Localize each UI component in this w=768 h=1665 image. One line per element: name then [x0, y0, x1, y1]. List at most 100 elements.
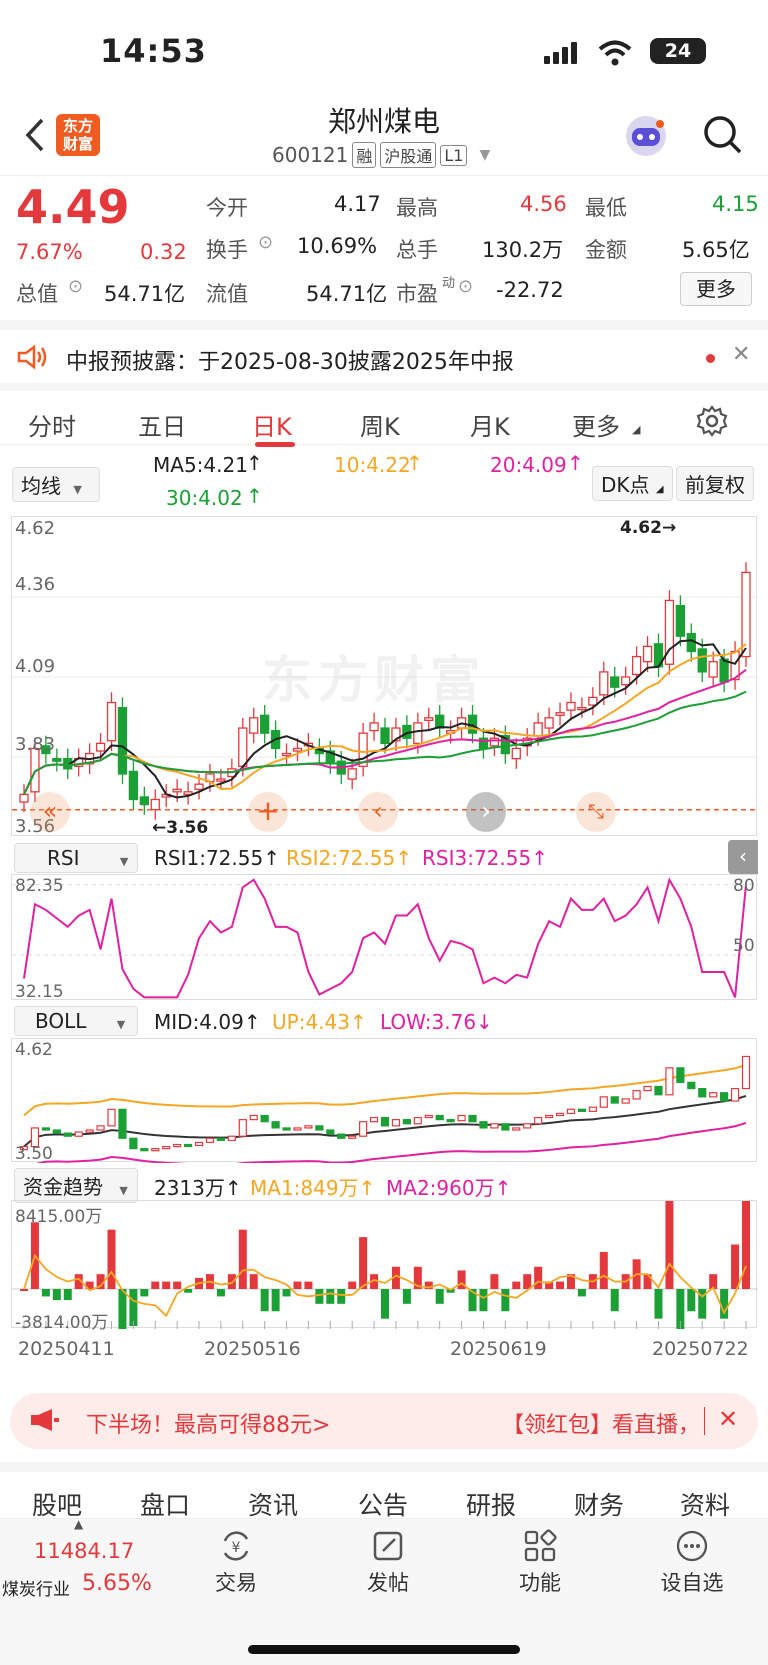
boll-candle — [173, 1143, 182, 1148]
boll-candle — [424, 1114, 433, 1119]
add-watchlist-button[interactable]: 设自选 — [652, 1529, 732, 1597]
industry-pct: 5.65% — [82, 1571, 152, 1596]
flow-bar — [107, 1229, 116, 1289]
flow-bar — [687, 1289, 696, 1312]
open-value: 4.17 — [334, 192, 381, 216]
boll-candle — [41, 1127, 50, 1131]
boll-candle — [52, 1129, 61, 1134]
x-date: 20250619 — [450, 1338, 547, 1360]
candle-body — [369, 722, 379, 732]
boll-candle — [577, 1108, 587, 1112]
tab-orderbook[interactable]: 盘口 — [140, 1486, 190, 1522]
tab-monthly-k[interactable]: 月K — [470, 407, 510, 442]
functions-button[interactable]: 功能 — [500, 1529, 580, 1597]
tab-finance[interactable]: 财务 — [574, 1486, 624, 1522]
trade-label: 交易 — [215, 1571, 257, 1595]
close-icon[interactable]: ✕ — [732, 342, 750, 367]
candle-body — [708, 661, 718, 678]
high-marker-value: 4.62 — [620, 518, 662, 538]
candle-body — [719, 658, 729, 683]
flow-value-text: 2313万 — [154, 1176, 225, 1200]
boll-candle — [599, 1096, 608, 1108]
x-date: 20250411 — [18, 1338, 115, 1360]
rsi-select[interactable]: RSI ▼ — [14, 843, 138, 873]
post-label: 发帖 — [367, 1571, 409, 1595]
boll-chart[interactable] — [11, 1038, 757, 1175]
info-icon[interactable]: ⊙ — [458, 276, 473, 297]
flow-bar — [577, 1289, 586, 1297]
arrow-up-icon: ↑ — [406, 451, 423, 475]
boll-candle — [479, 1121, 488, 1129]
boll-candle — [413, 1116, 422, 1125]
boll-candle — [490, 1123, 499, 1129]
trade-button[interactable]: ¥ 交易 — [196, 1529, 276, 1597]
candle-body — [697, 648, 707, 673]
info-icon[interactable]: ⊙ — [258, 232, 273, 253]
tab-intraday[interactable]: 分时 — [28, 407, 76, 442]
rsi2-text: RSI2:72.55 — [286, 846, 396, 870]
industry-name[interactable]: 煤炭行业 — [2, 1575, 70, 1600]
dk-point-button[interactable]: DK点 ◢ — [592, 466, 673, 501]
boll-candle — [315, 1125, 324, 1131]
divider — [704, 1407, 705, 1435]
tab-daily-k[interactable]: 日K — [252, 407, 292, 442]
kline-y-label: 4.36 — [15, 574, 56, 595]
boll-candle — [523, 1123, 532, 1129]
tab-five-day[interactable]: 五日 — [138, 407, 186, 442]
boll-up: UP:4.43↑ — [272, 1010, 367, 1034]
current-price: 4.49 — [16, 180, 130, 234]
low-marker-value: 3.56 — [166, 818, 209, 838]
collapse-panel-button[interactable]: ‹ — [728, 840, 758, 874]
close-icon[interactable]: ✕ — [718, 1405, 738, 1433]
rsi-top-label: 82.35 — [15, 876, 64, 896]
promo-banner[interactable]: 下半场！最高可得88元> 【领红包】看直播， ✕ — [10, 1393, 758, 1449]
tab-news[interactable]: 资讯 — [248, 1486, 298, 1522]
connect-tag: 沪股通 — [380, 142, 437, 168]
flow-bar — [227, 1274, 236, 1289]
corner-arrow-icon: ◢ — [655, 484, 664, 495]
rsi-chart[interactable] — [11, 874, 758, 1000]
adjust-button[interactable]: 前复权 — [676, 466, 754, 501]
more-button[interactable]: 更多 — [680, 272, 752, 306]
notice-bar[interactable]: 中报预披露：于2025-08-30披露2025年中报 ✕ — [0, 320, 768, 382]
flow-select[interactable]: 资金趋势 ▼ — [14, 1168, 138, 1203]
wifi-icon — [598, 40, 632, 70]
ma-select[interactable]: 均线 ▼ — [12, 467, 100, 502]
flow-chart[interactable] — [11, 1174, 758, 1393]
flow-bar — [359, 1237, 368, 1289]
scroll-left-fast-button[interactable]: « — [30, 792, 70, 832]
arrow-up-icon: ↑ — [246, 484, 263, 508]
boll-select[interactable]: BOLL ▼ — [14, 1006, 138, 1036]
expand-icon[interactable]: ⤡ — [576, 792, 616, 832]
tab-announcements[interactable]: 公告 — [358, 1486, 408, 1522]
volume-label: 总手 — [396, 238, 438, 262]
flow-bar — [249, 1274, 258, 1289]
tab-more[interactable]: 更多 — [572, 407, 620, 442]
candle-body — [139, 796, 149, 806]
search-icon[interactable] — [702, 114, 744, 160]
scroll-left-button[interactable]: ‹ — [358, 792, 398, 832]
low-marker: ←3.56 — [152, 818, 209, 838]
boll-candle — [63, 1132, 72, 1137]
zoom-in-button[interactable]: + — [248, 792, 288, 832]
chevron-down-icon: ▼ — [119, 1184, 128, 1197]
candle-body — [599, 671, 609, 696]
flow-ma2-text: MA2:960万 — [386, 1176, 495, 1200]
boll-candle — [588, 1106, 597, 1112]
tab-profile[interactable]: 资料 — [680, 1486, 730, 1522]
info-icon[interactable]: ⊙ — [68, 276, 83, 297]
boll-candle — [129, 1137, 138, 1150]
tab-weekly-k[interactable]: 周K — [360, 407, 400, 442]
stock-code-row[interactable]: 600121 融 沪股通 L1 ▼ — [272, 142, 490, 168]
boll-candle — [326, 1129, 335, 1135]
turnover-value: 10.69% — [297, 234, 378, 258]
settings-icon[interactable] — [696, 405, 728, 441]
tab-research[interactable]: 研报 — [466, 1486, 516, 1522]
index-value[interactable]: 11484.17 — [34, 1539, 134, 1563]
scroll-right-button[interactable]: › — [466, 792, 506, 832]
post-button[interactable]: 发帖 — [348, 1529, 428, 1597]
robot-assistant-icon[interactable] — [624, 114, 668, 162]
flow-bar — [293, 1281, 302, 1289]
boll-candle — [348, 1135, 357, 1139]
boll-candle — [534, 1116, 543, 1125]
